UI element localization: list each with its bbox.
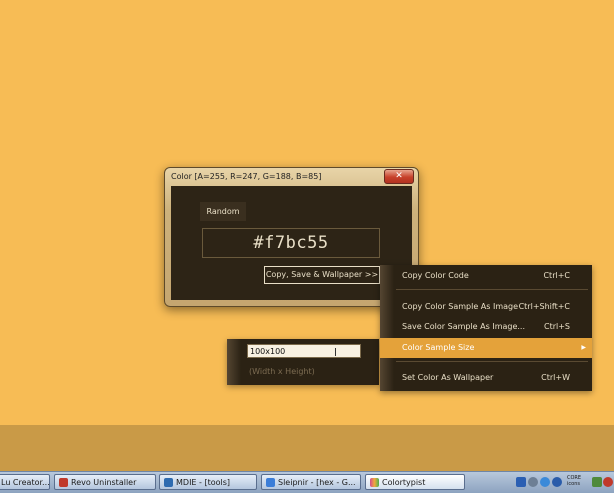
taskbar-item-revo[interactable]: Revo Uninstaller (54, 474, 156, 490)
window-title: Color [A=255, R=247, G=188, B=85] (171, 172, 322, 181)
taskbar-item-sleipnir[interactable]: Sleipnir - [hex - G... (261, 474, 361, 490)
tray-line-2: icons (567, 481, 580, 487)
menu-item-color-sample-size[interactable]: Color Sample Size ▶ (380, 338, 592, 358)
taskbar-item-colortypist[interactable]: Colortypist (365, 474, 465, 490)
sample-size-hint: (Width x Height) (249, 367, 315, 376)
hex-value: #f7bc55 (253, 233, 329, 253)
sleipnir-app-icon (266, 478, 275, 487)
menu-item-copy-sample-image[interactable]: Copy Color Sample As Image Ctrl+Shift+C (380, 297, 592, 317)
mdie-app-icon (164, 478, 173, 487)
taskbar: Lu Creator... Revo Uninstaller MDIE - [t… (0, 471, 614, 493)
colortypist-app-icon (370, 478, 379, 487)
app-tray-icon[interactable] (592, 477, 602, 487)
taskbar-item-lu-creator[interactable]: Lu Creator... (0, 474, 50, 490)
menu-item-shortcut: Ctrl+W (541, 373, 570, 382)
language-icon[interactable] (516, 477, 526, 487)
context-menu: Copy Color Code Ctrl+C Copy Color Sample… (380, 265, 592, 391)
taskbar-item-label: Sleipnir - [hex - G... (278, 478, 356, 487)
sample-size-panel: 100x100 (Width x Height) (227, 339, 379, 385)
taskbar-item-label: Colortypist (382, 478, 426, 487)
menu-separator (396, 361, 588, 362)
menu-item-set-wallpaper[interactable]: Set Color As Wallpaper Ctrl+W (380, 368, 592, 388)
taskbar-item-mdie[interactable]: MDIE - [tools] (159, 474, 257, 490)
close-icon: ✕ (395, 171, 403, 181)
menu-item-shortcut: Ctrl+S (543, 322, 570, 331)
menu-item-label: Copy Color Code (402, 271, 469, 280)
text-cursor-icon (335, 348, 336, 356)
taskbar-item-label: Revo Uninstaller (71, 478, 137, 487)
menu-item-shortcut: Ctrl+C (543, 271, 570, 280)
security-icon[interactable] (603, 477, 613, 487)
menu-item-copy-color-code[interactable]: Copy Color Code Ctrl+C (380, 266, 592, 286)
taskbar-item-label: Lu Creator... (1, 478, 50, 487)
menu-item-shortcut: Ctrl+Shift+C (518, 302, 570, 311)
menu-item-label: Set Color As Wallpaper (402, 373, 494, 382)
menu-item-label: Copy Color Sample As Image (402, 302, 519, 311)
menu-item-label: Color Sample Size (402, 343, 475, 352)
network-icon[interactable] (540, 477, 550, 487)
random-button[interactable]: Random (200, 202, 246, 221)
sample-size-input[interactable]: 100x100 (247, 344, 361, 358)
desktop-shadow-band (0, 425, 614, 471)
revo-app-icon (59, 478, 68, 487)
tray-clock[interactable]: CORE icons (567, 475, 581, 487)
copy-save-wallpaper-button[interactable]: Copy, Save & Wallpaper >> (264, 266, 380, 284)
sample-size-value: 100x100 (250, 347, 286, 356)
help-icon[interactable] (552, 477, 562, 487)
close-button[interactable]: ✕ (384, 169, 414, 184)
menu-item-label: Save Color Sample As Image... (402, 322, 526, 331)
menu-item-save-sample-image[interactable]: Save Color Sample As Image... Ctrl+S (380, 317, 592, 337)
submenu-arrow-icon: ▶ (581, 344, 586, 351)
tools-icon[interactable] (528, 477, 538, 487)
menu-separator (396, 289, 588, 290)
taskbar-item-label: MDIE - [tools] (176, 478, 231, 487)
panel-edge (227, 339, 241, 385)
hex-display[interactable]: #f7bc55 (202, 228, 380, 258)
